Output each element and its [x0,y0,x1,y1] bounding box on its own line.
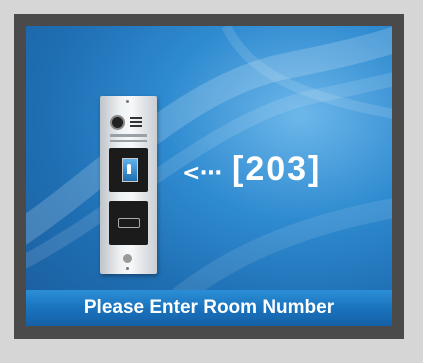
speaker-grille-icon [130,117,142,128]
person-icon [127,164,131,174]
screw-icon [126,267,129,270]
intercom-screen: <··· [203] Please Enter Room Number [26,26,392,326]
panel-divider [110,134,147,137]
card-reader-icon [109,201,148,245]
prompt-bar: Please Enter Room Number [26,290,392,326]
panel-lcd [109,148,148,192]
lock-icon [123,254,132,263]
prompt-text: Please Enter Room Number [83,297,335,318]
panel-divider [110,140,147,142]
card-icon [118,218,140,228]
door-intercom-panel-icon [100,96,157,274]
room-number-display: [203] [232,150,322,188]
camera-icon [112,117,123,128]
arrow-left-icon: <··· [182,161,223,186]
screw-icon [126,100,129,103]
